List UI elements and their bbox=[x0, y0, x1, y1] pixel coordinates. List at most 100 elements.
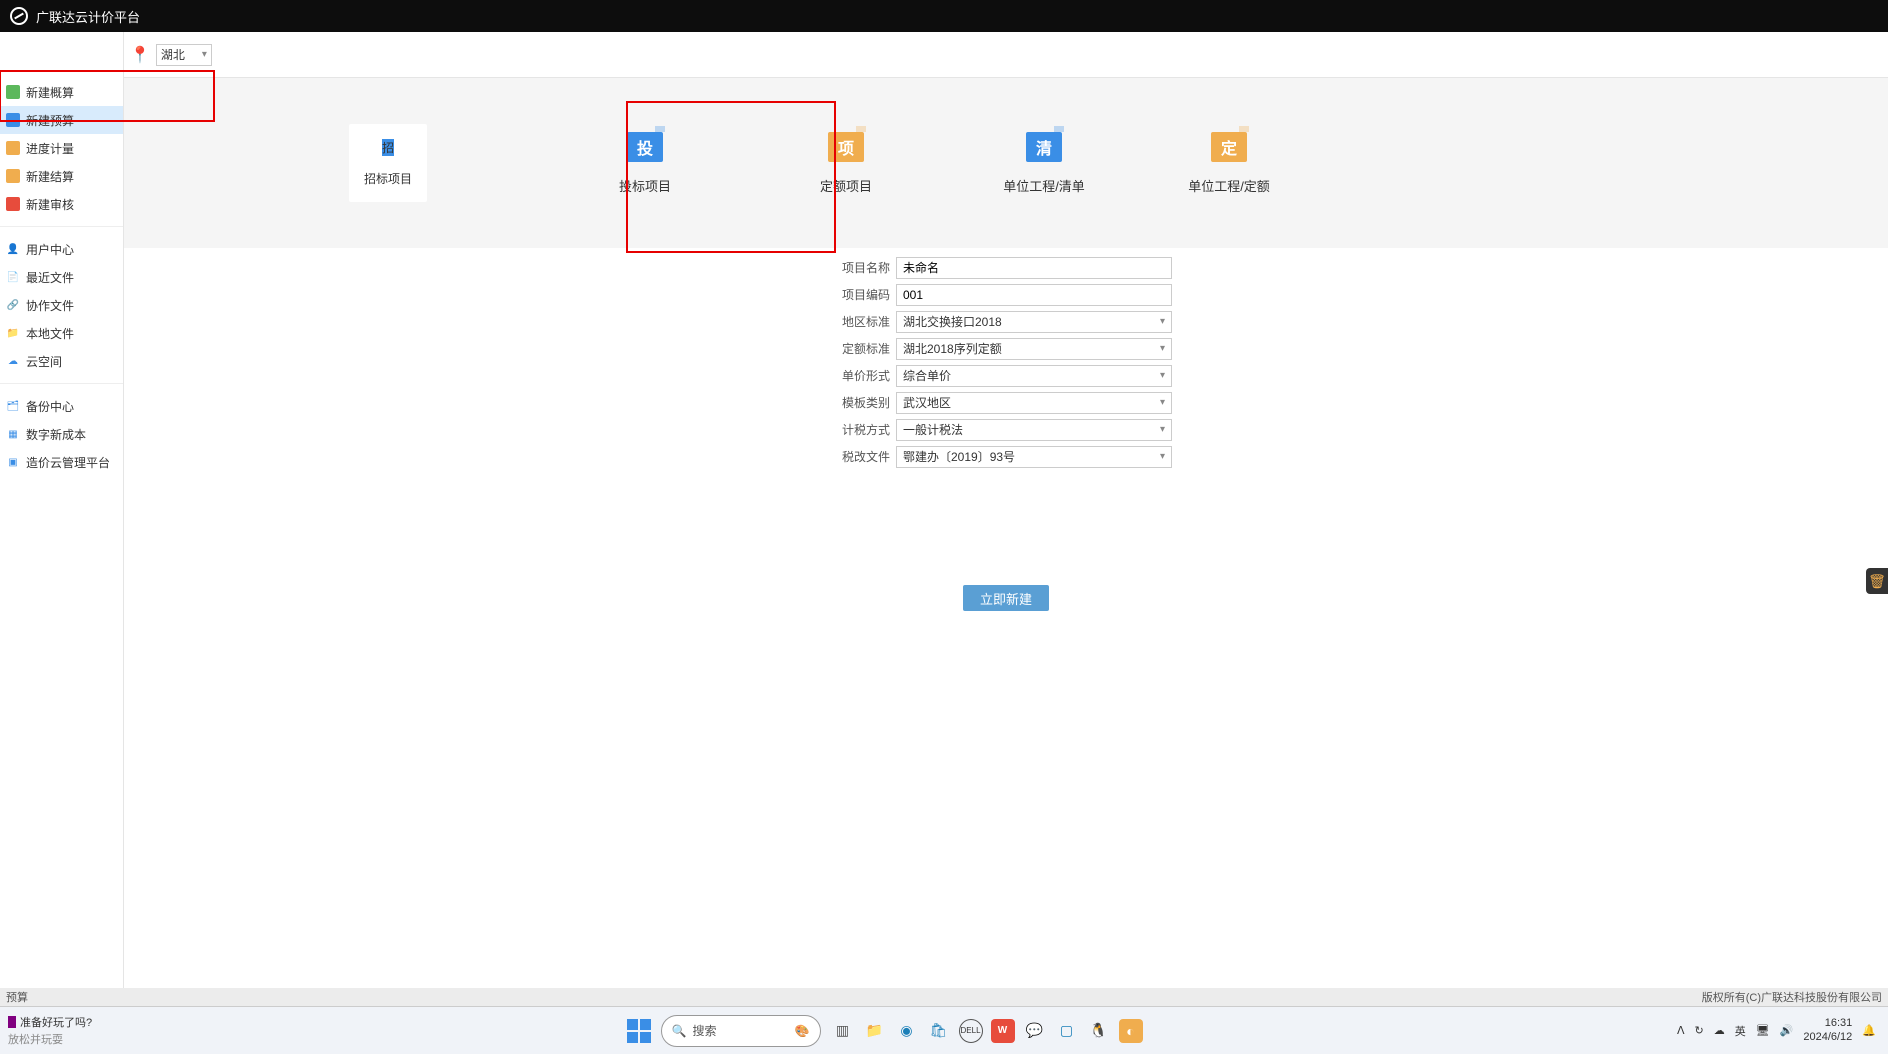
input-project-name[interactable] bbox=[896, 257, 1172, 279]
project-card-投标[interactable]: 投 投标项目 bbox=[607, 132, 683, 195]
chevron-down-icon: ▾ bbox=[1160, 397, 1165, 408]
footer-right: 版权所有(C)广联达科技股份有限公司 bbox=[1702, 989, 1882, 1005]
chevron-down-icon: ▾ bbox=[1160, 424, 1165, 435]
sidebar-item-进度计量[interactable]: 进度计量 bbox=[0, 134, 123, 162]
form-row-tax-method: 计税方式 一般计税法▾ bbox=[840, 416, 1172, 443]
taskbar-app-explorer[interactable]: 📁 bbox=[863, 1019, 887, 1043]
select-quota-std[interactable]: 湖北2018序列定额▾ bbox=[896, 338, 1172, 360]
sidebar-item-云空间[interactable]: ☁云空间 bbox=[0, 347, 123, 375]
label-template: 模板类别 bbox=[840, 394, 890, 411]
footer-status: 预算 版权所有(C)广联达科技股份有限公司 bbox=[0, 988, 1888, 1006]
tray-chevron-icon[interactable]: ᐱ bbox=[1677, 1024, 1685, 1037]
news-icon bbox=[8, 1016, 16, 1028]
sidebar-item-协作文件[interactable]: 🔗协作文件 bbox=[0, 291, 123, 319]
side-trash-tab[interactable]: 🗑 bbox=[1866, 568, 1888, 594]
taskbar-app-dell[interactable]: DELL bbox=[959, 1019, 983, 1043]
form-area: 项目名称 项目编码 地区标准 湖北交换接口2018▾ 定额标准 湖北2018序列… bbox=[124, 248, 1888, 611]
card-band: 招 招标项目 投 投标项目 项 定额项目 清 单位工程/清单 定 单位工程/定额 bbox=[124, 78, 1888, 248]
card-glyph-icon: 清 bbox=[1026, 132, 1062, 162]
taskbar-app-generic1[interactable]: ▢ bbox=[1055, 1019, 1079, 1043]
app-logo-icon bbox=[10, 7, 28, 25]
sidebar-item-新建预算[interactable]: 新建预算 bbox=[0, 106, 123, 134]
taskbar-app-taskview[interactable]: ▥ bbox=[831, 1019, 855, 1043]
form-row-project-code: 项目编码 bbox=[840, 281, 1172, 308]
taskbar-app-edge[interactable]: ◉ bbox=[895, 1019, 919, 1043]
sidebar-item-最近文件[interactable]: 📄最近文件 bbox=[0, 263, 123, 291]
taskbar-search[interactable]: 🔍 搜索 🎨 bbox=[661, 1015, 821, 1047]
sidebar-divider bbox=[0, 383, 123, 384]
search-icon: 🔍 bbox=[672, 1024, 687, 1038]
sidebar-item-造价云管理平台[interactable]: ▣造价云管理平台 bbox=[0, 448, 123, 476]
sidebar-inner: 新建概算新建预算进度计量新建结算新建审核 👤 用户中心 📄最近文件🔗协作文件📁本地文… bbox=[0, 78, 123, 476]
sidebar-item-本地文件[interactable]: 📁本地文件 bbox=[0, 319, 123, 347]
taskbar-app-wps[interactable]: W bbox=[991, 1019, 1015, 1043]
project-card-定额[interactable]: 项 定额项目 bbox=[808, 132, 884, 195]
create-now-button[interactable]: 立即新建 bbox=[963, 585, 1049, 611]
project-card-清单[interactable]: 清 单位工程/清单 bbox=[989, 132, 1099, 195]
form-row-quota-std: 定额标准 湖北2018序列定额▾ bbox=[840, 335, 1172, 362]
select-tax-method[interactable]: 一般计税法▾ bbox=[896, 419, 1172, 441]
windows-taskbar: 准备好玩了吗? 放松并玩耍 🔍 搜索 🎨 ▥ 📁 ◉ 🛍 DELL W 💬 ▢ … bbox=[0, 1006, 1888, 1054]
form-row-template: 模板类别 武汉地区▾ bbox=[840, 389, 1172, 416]
sidebar-item-label: 新建审核 bbox=[26, 196, 74, 213]
region-select-value: 湖北 bbox=[161, 46, 185, 63]
tray-clock[interactable]: 16:31 2024/6/12 bbox=[1803, 1017, 1852, 1043]
taskbar-app-store[interactable]: 🛍 bbox=[927, 1019, 951, 1043]
sidebar-item-icon: 📄 bbox=[6, 270, 20, 284]
input-project-code[interactable] bbox=[896, 284, 1172, 306]
card-label: 招标项目 bbox=[364, 170, 412, 187]
windows-start-icon[interactable] bbox=[627, 1019, 651, 1043]
region-select[interactable]: 湖北 ▾ bbox=[156, 44, 212, 66]
select-tax-doc[interactable]: 鄂建办〔2019〕93号▾ bbox=[896, 446, 1172, 468]
project-card-定额单位[interactable]: 定 单位工程/定额 bbox=[1174, 132, 1284, 195]
project-card-招标[interactable]: 招 招标项目 bbox=[349, 124, 427, 202]
sidebar-item-label: 备份中心 bbox=[26, 398, 74, 415]
tray-sync-icon[interactable]: ↻ bbox=[1694, 1024, 1703, 1037]
select-price-form[interactable]: 综合单价▾ bbox=[896, 365, 1172, 387]
titlebar: 广联达云计价平台 bbox=[0, 0, 1888, 32]
sidebar-item-icon: ☁ bbox=[6, 354, 20, 368]
sidebar-item-icon: 👤 bbox=[6, 242, 20, 256]
sidebar-item-icon bbox=[6, 85, 20, 99]
sidebar-item-新建概算[interactable]: 新建概算 bbox=[0, 78, 123, 106]
tray-ime[interactable]: 英 bbox=[1735, 1023, 1746, 1039]
sidebar-item-icon bbox=[6, 197, 20, 211]
card-label: 定额项目 bbox=[820, 176, 872, 195]
chevron-down-icon: ▾ bbox=[202, 49, 207, 60]
taskbar-news-widget[interactable]: 准备好玩了吗? 放松并玩耍 bbox=[0, 1014, 92, 1047]
taskbar-app-wechat[interactable]: 💬 bbox=[1023, 1019, 1047, 1043]
sidebar-item-用户中心[interactable]: 👤 用户中心 bbox=[0, 235, 123, 263]
select-region-std[interactable]: 湖北交换接口2018▾ bbox=[896, 311, 1172, 333]
sidebar-item-icon: 🗂 bbox=[6, 399, 20, 413]
app-title: 广联达云计价平台 bbox=[36, 7, 140, 26]
sidebar-item-备份中心[interactable]: 🗂 备份中心 bbox=[0, 392, 123, 420]
sidebar-item-label: 数字新成本 bbox=[26, 426, 86, 443]
chevron-down-icon: ▾ bbox=[1160, 316, 1165, 327]
card-glyph-icon: 项 bbox=[828, 132, 864, 162]
tray-notifications-icon[interactable]: 🔔 bbox=[1862, 1024, 1876, 1037]
sidebar-item-icon bbox=[6, 113, 20, 127]
sidebar-item-数字新成本[interactable]: ▦数字新成本 bbox=[0, 420, 123, 448]
sidebar-item-新建结算[interactable]: 新建结算 bbox=[0, 162, 123, 190]
tray-onedrive-icon[interactable]: ☁ bbox=[1714, 1024, 1725, 1037]
tray-network-icon[interactable]: 🖥 bbox=[1756, 1024, 1770, 1037]
sidebar-item-icon bbox=[6, 141, 20, 155]
sidebar-item-label: 用户中心 bbox=[26, 241, 74, 258]
sidebar-item-label: 协作文件 bbox=[26, 297, 74, 314]
label-region-std: 地区标准 bbox=[840, 313, 890, 330]
select-template[interactable]: 武汉地区▾ bbox=[896, 392, 1172, 414]
label-tax-doc: 税改文件 bbox=[840, 448, 890, 465]
label-price-form: 单价形式 bbox=[840, 367, 890, 384]
taskbar-tray: ᐱ ↻ ☁ 英 🖥 🔊 16:31 2024/6/12 🔔 bbox=[1677, 1017, 1888, 1043]
card-glyph-icon: 招 bbox=[382, 139, 394, 156]
taskbar-app-qq[interactable]: 🐧 bbox=[1087, 1019, 1111, 1043]
sidebar-item-label: 新建结算 bbox=[26, 168, 74, 185]
taskbar-app-current[interactable]: ◐ bbox=[1119, 1019, 1143, 1043]
tray-volume-icon[interactable]: 🔊 bbox=[1780, 1024, 1794, 1037]
label-project-code: 项目编码 bbox=[840, 286, 890, 303]
main-area: 📍 湖北 ▾ 新建概算新建预算进度计量新建结算新建审核 👤用户中心📄最近文件🔗协… bbox=[0, 32, 1888, 1006]
card-label: 单位工程/定额 bbox=[1188, 176, 1270, 195]
form-row-price-form: 单价形式 综合单价▾ bbox=[840, 362, 1172, 389]
form-row-region-std: 地区标准 湖北交换接口2018▾ bbox=[840, 308, 1172, 335]
sidebar-item-新建审核[interactable]: 新建审核 bbox=[0, 190, 123, 218]
